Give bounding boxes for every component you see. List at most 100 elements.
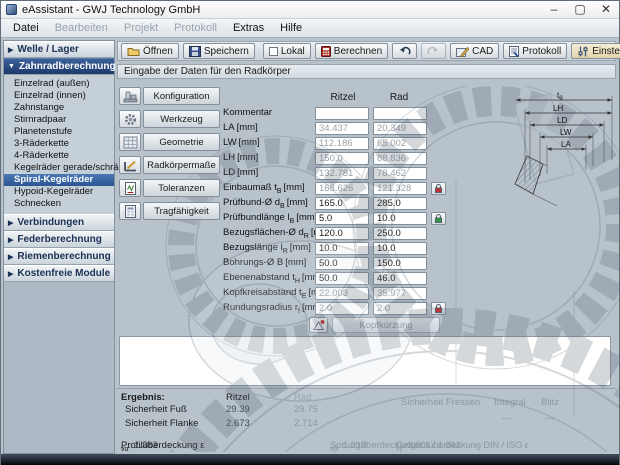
rad-bohrungs-d-input[interactable] (373, 257, 427, 270)
rad-pruefbundlaenge-input[interactable] (373, 212, 427, 225)
geometrie-button[interactable]: Geometrie (143, 133, 220, 151)
results-title: Ergebnis: (121, 392, 165, 403)
lock-icon[interactable] (431, 182, 446, 195)
ritzel-la-input[interactable] (315, 122, 369, 135)
sidebar-section-verbindungen[interactable]: ▶ Verbindungen (4, 214, 114, 231)
ritzel-pruefbund-d-input[interactable] (315, 197, 369, 210)
einstellungen-button[interactable]: Einstellungen (571, 43, 620, 59)
form-row-la: LA[mm] (223, 121, 446, 136)
results-panel: Ergebnis: Ritzel Rad Sicherheit Fressen … (117, 388, 616, 452)
message-output-box (119, 336, 611, 386)
menu-protokoll[interactable]: Protokoll (166, 22, 225, 34)
maximize-button[interactable]: ▢ (567, 1, 593, 19)
sidebar-item-kegelraeder[interactable]: Kegelräder gerade/schräg (4, 162, 114, 174)
menu-extras[interactable]: Extras (225, 22, 272, 34)
cad-button[interactable]: CAD (450, 43, 499, 59)
lokal-checkbox[interactable]: Lokal (263, 43, 311, 59)
sidebar-item-einzelrad-innen[interactable]: Einzelrad (innen) (4, 90, 114, 102)
rad-kopfkreisabstand-input[interactable] (373, 287, 427, 300)
ritzel-bezugsflaechen-d-input[interactable] (315, 227, 369, 240)
floppy-disk-icon (189, 46, 201, 57)
sidebar-item-3-raederkette[interactable]: 3-Räderkette (4, 138, 114, 150)
sidebar-item-schnecken[interactable]: Schnecken (4, 198, 114, 210)
checkbox-icon[interactable] (269, 47, 278, 56)
ritzel-lh-input[interactable] (315, 152, 369, 165)
dimension-diagram: tB LH LD LW LA (513, 88, 619, 206)
save-button[interactable]: Speichern (183, 43, 255, 59)
sidebar: ▶ Welle / Lager ▼ Zahnradberechnung Einz… (3, 40, 115, 454)
radkoerpermasse-icon[interactable] (119, 156, 141, 174)
ritzel-rundungsradius-input[interactable] (315, 302, 369, 315)
result-label: Sicherheit Flanke (125, 418, 198, 429)
sidebar-item-zahnstange[interactable]: Zahnstange (4, 102, 114, 114)
close-button[interactable]: ✕ (593, 1, 619, 19)
ritzel-ebenenabstand-input[interactable] (315, 272, 369, 285)
chevron-down-icon: ▼ (8, 63, 15, 70)
sidebar-item-stirnradpaar[interactable]: Stirnradpaar (4, 114, 114, 126)
rad-ld-input[interactable] (373, 167, 427, 180)
ritzel-bezugslaenge-input[interactable] (315, 242, 369, 255)
cad-pencil-icon (456, 46, 469, 57)
results-blitz-header: Blitz (541, 397, 559, 408)
sidebar-section-federberechnung[interactable]: ▶ Federberechnung (4, 231, 114, 248)
results-integral-header: Integral (494, 397, 526, 408)
sidebar-section-zahnradberechnung[interactable]: ▼ Zahnradberechnung (4, 58, 114, 75)
sprung-overlap: Sprungüberdeckung εvβ: 1.218 (330, 440, 338, 453)
ritzel-bohrungs-d-input[interactable] (315, 257, 369, 270)
open-button[interactable]: Öffnen (121, 43, 179, 59)
toleranzen-icon[interactable] (119, 179, 141, 197)
rad-kommentar-input[interactable] (373, 107, 427, 120)
menu-projekt[interactable]: Projekt (116, 22, 166, 34)
tragfaehigkeit-button[interactable]: Tragfähigkeit (143, 202, 220, 220)
ritzel-pruefbundlaenge-input[interactable] (315, 212, 369, 225)
ritzel-einbaumass-input[interactable] (315, 182, 369, 195)
menu-hilfe[interactable]: Hilfe (272, 22, 310, 34)
result-value: 2.673 (226, 418, 250, 429)
kopfkuerzung-button[interactable]: Kopfkürzung (332, 317, 440, 333)
redo-button[interactable] (421, 43, 446, 59)
tragfaehigkeit-icon[interactable] (119, 202, 141, 220)
lock-icon[interactable] (431, 302, 446, 315)
ritzel-ld-input[interactable] (315, 167, 369, 180)
rad-pruefbund-d-input[interactable] (373, 197, 427, 210)
werkzeug-button[interactable]: Werkzeug (143, 110, 220, 128)
rad-lw-input[interactable] (373, 137, 427, 150)
sidebar-section-riemenberechnung[interactable]: ▶ Riemenberechnung (4, 248, 114, 265)
rad-bezugslaenge-input[interactable] (373, 242, 427, 255)
geometrie-icon[interactable] (119, 133, 141, 151)
protokoll-button[interactable]: Protokoll (503, 43, 567, 59)
toleranzen-button[interactable]: Toleranzen (143, 179, 220, 197)
form-row-kopfkreisabstand: Kopfkreisabstand tE[mm] (223, 286, 446, 301)
unlock-icon[interactable] (431, 212, 446, 225)
radkoerpermasse-button[interactable]: Radkörpermaße (143, 156, 220, 174)
result-value: 29.75 (294, 404, 318, 415)
werkzeug-icon[interactable] (119, 110, 141, 128)
sidebar-section-kostenfreie-module[interactable]: ▶ Kostenfreie Module (4, 265, 114, 282)
ritzel-kopfkreisabstand-input[interactable] (315, 287, 369, 300)
menu-bearbeiten[interactable]: Bearbeiten (47, 22, 116, 34)
svg-text:LD: LD (557, 116, 567, 125)
berechnen-button[interactable]: Berechnen (315, 43, 388, 59)
sidebar-item-planetenstufe[interactable]: Planetenstufe (4, 126, 114, 138)
ritzel-kommentar-input[interactable] (315, 107, 369, 120)
rad-einbaumass-input[interactable] (373, 182, 427, 195)
konfiguration-button[interactable]: Konfiguration (143, 87, 220, 105)
rad-lh-input[interactable] (373, 152, 427, 165)
sidebar-item-4-raederkette[interactable]: 4-Räderkette (4, 150, 114, 162)
rad-rundungsradius-input[interactable] (373, 302, 427, 315)
rad-la-input[interactable] (373, 122, 427, 135)
form-row-bohrungs-d: Bohrungs-Ø B[mm] (223, 256, 446, 271)
konfiguration-icon[interactable] (119, 87, 141, 105)
minimize-button[interactable]: – (541, 1, 567, 19)
rad-bezugsflaechen-d-input[interactable] (373, 227, 427, 240)
gear-edit-icon[interactable] (309, 317, 328, 333)
rad-ebenenabstand-input[interactable] (373, 272, 427, 285)
sidebar-item-hypoid-kegelraeder[interactable]: Hypoid-Kegelräder (4, 186, 114, 198)
chevron-right-icon: ▶ (8, 253, 13, 261)
sidebar-item-spiral-kegelraeder[interactable]: Spiral-Kegelräder (4, 174, 114, 186)
ritzel-lw-input[interactable] (315, 137, 369, 150)
sidebar-item-einzelrad-aussen[interactable]: Einzelrad (außen) (4, 78, 114, 90)
undo-button[interactable] (392, 43, 417, 59)
menu-datei[interactable]: Datei (5, 22, 47, 34)
sidebar-section-welle-lager[interactable]: ▶ Welle / Lager (4, 41, 114, 58)
